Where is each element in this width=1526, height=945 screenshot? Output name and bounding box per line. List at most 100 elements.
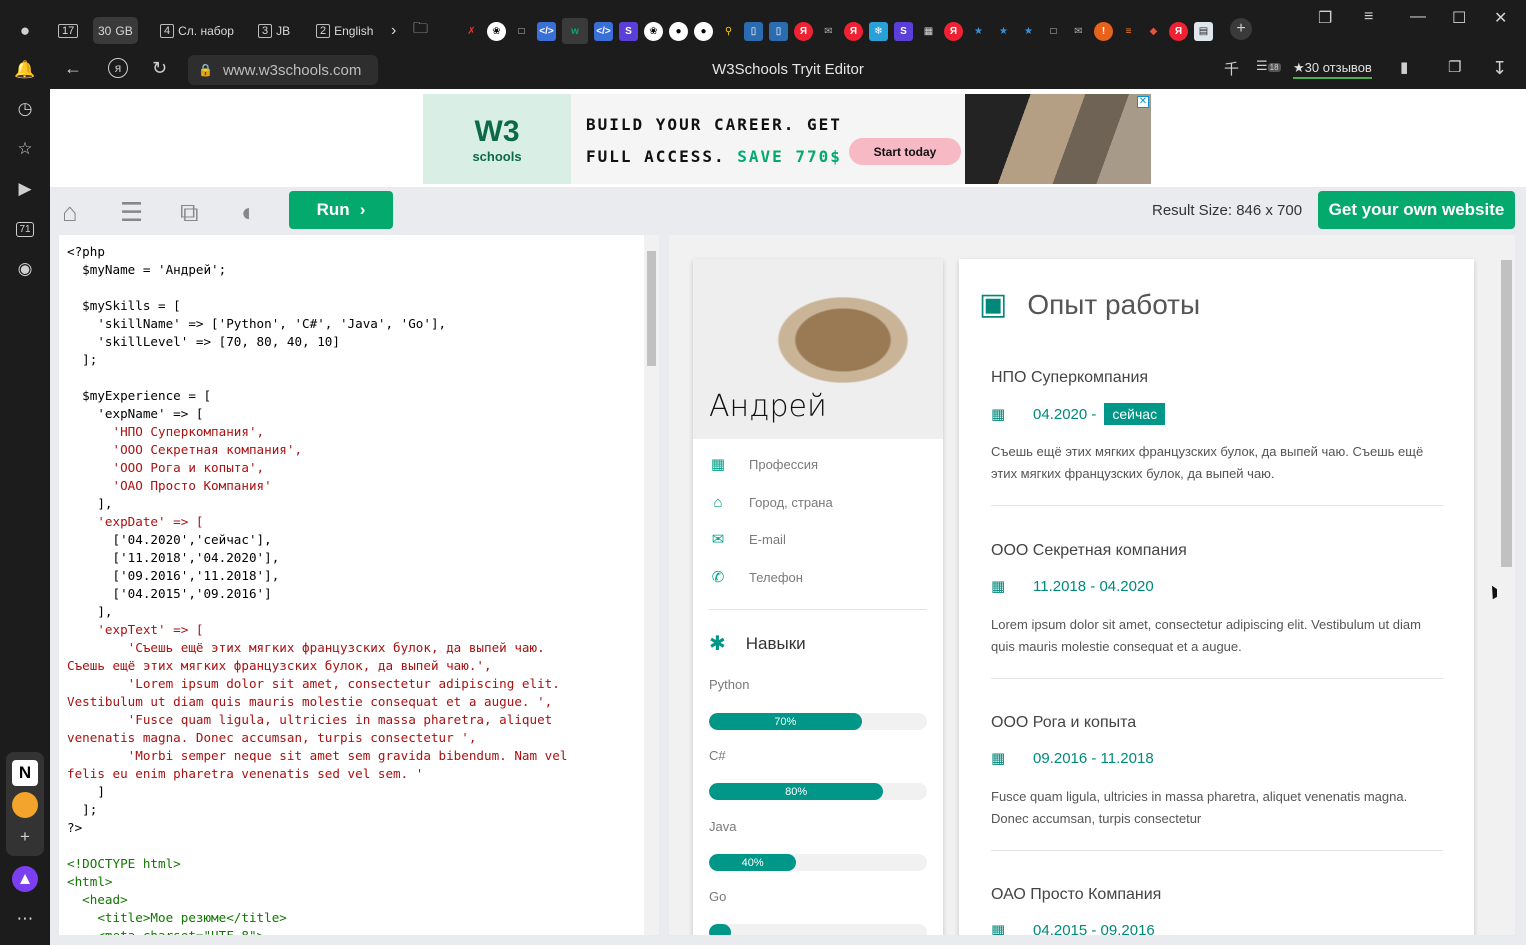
tab-favicon[interactable]: ★ (969, 22, 988, 41)
skill-fill (709, 924, 731, 935)
git-icon[interactable]: ◆ (1144, 22, 1163, 41)
tab-favicon[interactable]: ▯ (744, 21, 763, 41)
stackoverflow-icon[interactable]: ≡ (1119, 22, 1138, 41)
tab-favicon[interactable]: ▯ (769, 21, 788, 41)
tab-favicon[interactable]: □ (1044, 22, 1063, 41)
rotate-icon[interactable]: ⧉ (180, 197, 199, 229)
code-line: Vestibulum ut diam quis mauris molestie … (67, 694, 553, 709)
editor-scrollbar[interactable] (644, 235, 659, 935)
yandex-icon[interactable]: Я (794, 21, 813, 41)
theme-contrast-icon[interactable]: ◐ (241, 197, 257, 228)
run-button[interactable]: Run › (289, 191, 393, 229)
tab-favicon-active[interactable]: w (562, 18, 588, 44)
code-line: felis eu enim pharetra venenatis sed vel… (67, 766, 424, 781)
reader-icon[interactable]: ❐ (1448, 58, 1461, 76)
suitcase-icon: ▣ (979, 288, 1008, 321)
tab-group-count: 30 (98, 23, 112, 38)
tab-group-4[interactable]: 2 English (311, 17, 378, 44)
tab-group-0[interactable]: 17 (53, 17, 83, 44)
result-scroll-thumb[interactable] (1501, 260, 1512, 567)
play-icon[interactable]: ▶ (12, 176, 38, 202)
editor-scroll-thumb[interactable] (647, 251, 656, 366)
get-website-button[interactable]: Get your own website (1318, 191, 1515, 229)
job-name: ООО Секретная компания (991, 542, 1187, 559)
notion-icon[interactable]: N (12, 760, 38, 786)
alice-icon[interactable]: ▲ (12, 866, 38, 892)
tab-favicon[interactable]: ✗ (462, 22, 481, 41)
job-date-text: 11.2018 - 04.2020 (1033, 577, 1154, 595)
collections-icon[interactable]: ❐ (1318, 8, 1332, 28)
mail-icon[interactable]: ✉ (819, 22, 838, 41)
menu-icon[interactable]: ☰ (120, 197, 143, 228)
experience-heading: ▣ Опыт работы (979, 287, 1200, 322)
code-line: ['04.2015','09.2016'] (67, 586, 272, 601)
yandex-icon[interactable]: Я (1169, 21, 1188, 41)
menu-icon[interactable]: ≡ (1364, 8, 1373, 26)
new-tab-button[interactable]: + (1230, 18, 1252, 40)
tab-favicon[interactable]: ▤ (1194, 21, 1213, 41)
minimize-button[interactable]: — (1410, 8, 1426, 26)
tab-favicon[interactable]: ▦ (919, 22, 938, 41)
tab-group-label: JB (276, 23, 291, 38)
tab-group-2[interactable]: 4 Сл. набор (155, 17, 239, 44)
history-icon[interactable]: ◷ (12, 96, 38, 122)
tab-bar: 17 30 GB 4 Сл. набор 3 JB 2 English › 🗀 ✗ ❀ … (50, 0, 1526, 52)
tab-favicon[interactable]: S (894, 21, 913, 41)
reload-icon[interactable]: ↻ (152, 58, 167, 79)
ad-subline-plain: FULL ACCESS. (586, 147, 726, 166)
camera-icon[interactable]: ◉ (12, 256, 38, 282)
translate-icon[interactable]: 千 (1224, 58, 1239, 79)
tab-favicon[interactable]: S (619, 21, 638, 41)
bell-icon[interactable]: 🔔 (12, 57, 38, 83)
bookmark-icon[interactable]: ▮ (1400, 58, 1408, 76)
yandex-home-icon[interactable]: я (108, 58, 128, 78)
result-scrollbar[interactable] (1497, 235, 1515, 935)
tab-favicon[interactable]: □ (512, 22, 531, 41)
new-folder-icon[interactable]: 🗀 (408, 17, 433, 44)
advertisement[interactable]: W3 schools BUILD YOUR CAREER. GET FULL A… (423, 94, 1151, 184)
more-icon[interactable]: ⋯ (12, 906, 38, 932)
tab-favicon[interactable]: ★ (1019, 22, 1038, 41)
close-window-button[interactable]: ✕ (1494, 8, 1507, 28)
asterisk-icon: ✱ (709, 633, 726, 655)
tab-group-3[interactable]: 3 JB (253, 17, 295, 44)
tab-group-label: English (334, 23, 374, 38)
tab-favicon[interactable]: </> (537, 21, 556, 41)
tab-favicon[interactable]: ! (1094, 21, 1113, 41)
result-size: Result Size: 846 x 700 (1152, 202, 1303, 219)
download-icon[interactable]: ↧ (1492, 58, 1507, 79)
tab-favicon[interactable]: ⚲ (719, 22, 738, 41)
mail-app-icon[interactable] (12, 792, 38, 818)
tab-favicon[interactable]: ❄ (869, 21, 888, 41)
profile-icon[interactable]: ● (12, 18, 38, 44)
add-app-icon[interactable]: + (12, 824, 38, 850)
tab-favicon[interactable]: ❀ (644, 21, 663, 41)
chevron-right-icon[interactable]: › (386, 17, 401, 44)
star-icon[interactable]: ☆ (12, 136, 38, 162)
w3schools-logo: W3 schools (423, 94, 571, 184)
tab-favicon[interactable]: ★ (994, 22, 1013, 41)
experience-title: Опыт работы (1027, 288, 1201, 320)
extension-icon[interactable]: ☰ 18 (1256, 58, 1281, 74)
tab-favicon[interactable]: </> (594, 21, 613, 41)
ad-cta-button[interactable]: Start today (849, 138, 961, 165)
yandex-icon[interactable]: Я (944, 21, 963, 41)
job-name: НПО Суперкомпания (991, 369, 1149, 386)
reviews-link[interactable]: ★30 отзывов (1293, 60, 1372, 79)
code-text[interactable]: <?php $myName = 'Андрей'; $mySkills = [ … (67, 243, 645, 935)
back-icon[interactable]: ← (64, 58, 82, 79)
maximize-button[interactable]: ☐ (1452, 8, 1466, 28)
code-editor[interactable]: <?php $myName = 'Андрей'; $mySkills = [ … (59, 235, 659, 935)
ad-close-icon[interactable]: ✕ (1137, 96, 1149, 108)
yandex-icon[interactable]: Я (844, 21, 863, 41)
home-icon[interactable]: ⌂ (62, 197, 78, 228)
code-line: 'Morbi semper neque sit amet sem gravida… (67, 748, 568, 763)
counter-icon[interactable]: 71 (12, 216, 38, 242)
mail-icon[interactable]: ✉ (1069, 22, 1088, 41)
url-field[interactable]: 🔒 www.w3schools.com (188, 55, 378, 85)
job-description: Lorem ipsum dolor sit amet, consectetur … (991, 617, 1421, 654)
github-icon[interactable]: ● (669, 21, 688, 41)
tab-group-1[interactable]: 30 GB (93, 17, 138, 44)
github-icon[interactable]: ● (694, 21, 713, 41)
tab-favicon[interactable]: ❀ (487, 21, 506, 41)
